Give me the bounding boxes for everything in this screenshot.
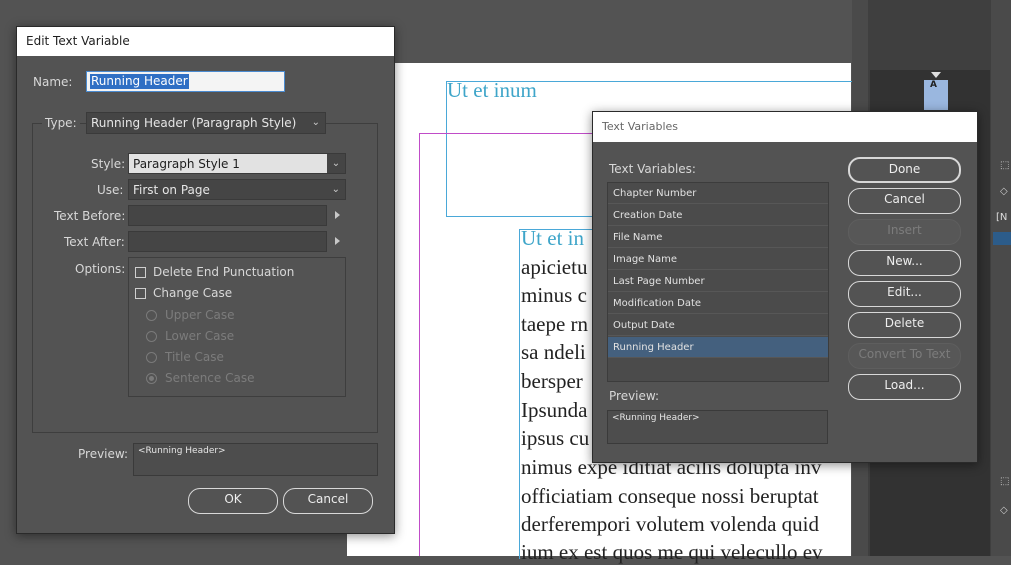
body-line: ipsus cu xyxy=(521,426,590,450)
panel-label: [N xyxy=(996,212,1008,223)
use-dropdown-value: First on Page xyxy=(133,183,210,197)
body-line: ium ex est quos me qui velecullo ev xyxy=(521,540,823,564)
type-dropdown[interactable]: Running Header (Paragraph Style) ⌄ xyxy=(86,112,326,134)
body-line: officiatiam conseque nossi beruptat xyxy=(521,484,819,508)
lower-case-label: Lower Case xyxy=(165,329,235,343)
type-dropdown-value: Running Header (Paragraph Style) xyxy=(91,116,297,130)
title-case-label: Title Case xyxy=(165,350,224,364)
name-input-value: Running Header xyxy=(90,74,189,89)
use-dropdown[interactable]: First on Page ⌄ xyxy=(128,179,346,200)
page-marker-icon xyxy=(931,72,941,78)
upper-case-label: Upper Case xyxy=(165,308,235,322)
panel-collapse-icon[interactable]: ◇ xyxy=(1000,505,1010,516)
change-case-checkbox[interactable] xyxy=(135,288,146,299)
preview-box: <Running Header> xyxy=(133,443,378,476)
insert-special-character-icon[interactable] xyxy=(335,237,340,245)
running-header-text: Ut et inum xyxy=(447,78,537,102)
panel-selection[interactable] xyxy=(993,232,1011,245)
dialog-title[interactable]: Edit Text Variable xyxy=(17,27,394,56)
preview-label: Preview: xyxy=(78,447,129,461)
type-label: Type: xyxy=(42,116,80,130)
text-after-input[interactable] xyxy=(128,231,327,252)
delete-button[interactable]: Delete xyxy=(848,312,961,338)
change-case-label[interactable]: Change Case xyxy=(153,286,232,300)
style-dropdown-value: Paragraph Style 1 xyxy=(133,157,240,171)
master-letter: A xyxy=(930,80,937,90)
sentence-case-radio[interactable] xyxy=(146,373,157,384)
margin-guide-vertical xyxy=(419,133,420,556)
list-item[interactable]: Chapter Number xyxy=(608,183,828,204)
tv-preview-value: <Running Header> xyxy=(612,413,700,423)
panel-icon[interactable]: ⬚ xyxy=(1000,476,1010,487)
text-before-label: Text Before: xyxy=(54,209,126,223)
use-label: Use: xyxy=(97,183,124,197)
chevron-down-icon: ⌄ xyxy=(311,117,320,128)
list-item[interactable]: Creation Date xyxy=(608,205,828,226)
options-label: Options: xyxy=(75,262,126,276)
style-dropdown[interactable]: Paragraph Style 1 ⌄ xyxy=(128,153,346,174)
tv-preview-label: Preview: xyxy=(609,389,660,403)
sentence-case-label: Sentence Case xyxy=(165,371,255,385)
name-input[interactable]: Running Header xyxy=(86,71,285,92)
preview-value: <Running Header> xyxy=(138,446,226,456)
cancel-button[interactable]: Cancel xyxy=(848,188,961,214)
new-button[interactable]: New... xyxy=(848,250,961,276)
name-label: Name: xyxy=(33,75,73,89)
edit-button[interactable]: Edit... xyxy=(848,281,961,307)
insert-button[interactable]: Insert xyxy=(848,219,961,245)
convert-to-text-button[interactable]: Convert To Text xyxy=(848,343,961,369)
text-before-input[interactable] xyxy=(128,205,327,226)
panel-icon[interactable]: ⬚ xyxy=(1000,160,1010,171)
text-after-label: Text After: xyxy=(64,235,125,249)
style-label: Style: xyxy=(91,157,126,171)
tv-preview-box: <Running Header> xyxy=(607,410,828,444)
list-item[interactable]: Last Page Number xyxy=(608,271,828,292)
list-item[interactable]: Modification Date xyxy=(608,293,828,314)
list-item[interactable]: File Name xyxy=(608,227,828,248)
delete-end-punctuation-checkbox[interactable] xyxy=(135,267,146,278)
insert-special-character-icon[interactable] xyxy=(335,211,340,219)
delete-end-punctuation-label[interactable]: Delete End Punctuation xyxy=(153,265,294,279)
title-case-radio[interactable] xyxy=(146,352,157,363)
list-item[interactable]: Image Name xyxy=(608,249,828,270)
body-line: Ut et in xyxy=(521,226,584,250)
side-panel-strip xyxy=(991,0,1011,556)
list-item-selected[interactable]: Running Header xyxy=(608,337,828,358)
done-button[interactable]: Done xyxy=(848,157,961,183)
body-line: apicietu xyxy=(521,255,588,279)
ok-button[interactable]: OK xyxy=(188,488,278,514)
body-line: minus c xyxy=(521,283,587,307)
upper-case-radio[interactable] xyxy=(146,310,157,321)
body-line: bersper xyxy=(521,369,583,393)
body-line: sa ndeli xyxy=(521,340,586,364)
text-variables-label: Text Variables: xyxy=(609,162,696,176)
panel-collapse-icon[interactable]: ◇ xyxy=(1000,186,1010,197)
list-item[interactable]: Output Date xyxy=(608,315,828,336)
load-button[interactable]: Load... xyxy=(848,374,961,400)
chevron-down-icon: ⌄ xyxy=(331,184,340,195)
body-line: Ipsunda xyxy=(521,398,588,422)
dialog-title[interactable]: Text Variables xyxy=(593,112,977,142)
body-line: taepe rn xyxy=(521,312,589,336)
body-line: derferempori volutem volenda quid xyxy=(521,512,819,536)
chevron-down-icon: ⌄ xyxy=(327,154,345,173)
cancel-button[interactable]: Cancel xyxy=(283,488,373,514)
lower-case-radio[interactable] xyxy=(146,331,157,342)
